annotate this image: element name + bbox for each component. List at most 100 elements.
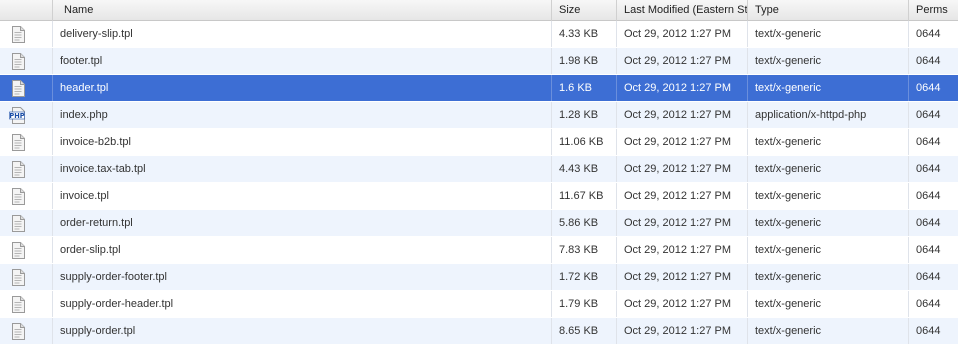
file-name: supply-order-header.tpl <box>53 291 552 317</box>
file-icon-cell: PHP <box>0 102 53 128</box>
file-name: invoice.tax-tab.tpl <box>53 156 552 182</box>
file-size: 1.72 KB <box>552 264 617 290</box>
table-row[interactable]: order-slip.tpl 7.83 KB Oct 29, 2012 1:27 P… <box>0 237 958 264</box>
document-icon <box>11 322 25 340</box>
document-icon <box>11 214 25 232</box>
table-row[interactable]: PHP index.php 1.28 KB Oct 29, 2012 1:27 PM a… <box>0 102 958 129</box>
file-size: 11.67 KB <box>552 183 617 209</box>
file-icon-cell <box>0 21 53 47</box>
file-size: 8.65 KB <box>552 318 617 344</box>
document-icon <box>11 133 25 151</box>
file-type: text/x-generic <box>748 156 909 182</box>
file-perms: 0644 <box>916 325 941 337</box>
file-type: text/x-generic <box>748 75 909 101</box>
file-type: text/x-generic <box>748 183 909 209</box>
file-perms: 0644 <box>916 271 941 283</box>
table-row[interactable]: delivery-slip.tpl 4.33 KB Oct 29, 2012 1:2… <box>0 21 958 48</box>
file-perms: 0644 <box>916 28 941 40</box>
file-type: text/x-generic <box>748 129 909 155</box>
file-modified: Oct 29, 2012 1:27 PM <box>617 210 748 236</box>
file-icon-cell <box>0 318 53 344</box>
file-type: text/x-generic <box>748 291 909 317</box>
document-icon <box>11 187 25 205</box>
file-modified: Oct 29, 2012 1:27 PM <box>617 102 748 128</box>
file-modified: Oct 29, 2012 1:27 PM <box>617 156 748 182</box>
file-name: header.tpl <box>53 75 552 101</box>
table-row[interactable]: header.tpl 1.6 KB Oct 29, 2012 1:27 PM text… <box>0 75 958 102</box>
table-row[interactable]: supply-order-footer.tpl 1.72 KB Oct 29, 20… <box>0 264 958 291</box>
document-icon <box>11 268 25 286</box>
document-icon <box>11 295 25 313</box>
file-perms: 0644 <box>916 190 941 202</box>
column-header-perms[interactable]: Perms <box>909 0 958 21</box>
file-icon-cell <box>0 48 53 74</box>
document-icon <box>11 25 25 43</box>
document-icon <box>11 160 25 178</box>
file-modified: Oct 29, 2012 1:27 PM <box>617 129 748 155</box>
document-icon <box>11 241 25 259</box>
file-name: order-return.tpl <box>53 210 552 236</box>
file-modified: Oct 29, 2012 1:27 PM <box>617 318 748 344</box>
file-modified: Oct 29, 2012 1:27 PM <box>617 48 748 74</box>
file-perms: 0644 <box>916 136 941 148</box>
file-modified: Oct 29, 2012 1:27 PM <box>617 183 748 209</box>
file-modified: Oct 29, 2012 1:27 PM <box>617 237 748 263</box>
column-header-size[interactable]: Size <box>552 0 617 21</box>
file-icon-cell <box>0 264 53 290</box>
file-perms: 0644 <box>916 244 941 256</box>
file-size: 1.98 KB <box>552 48 617 74</box>
column-header-icon <box>0 0 53 21</box>
table-row[interactable]: footer.tpl 1.98 KB Oct 29, 2012 1:27 PM tex… <box>0 48 958 75</box>
file-perms: 0644 <box>916 82 941 94</box>
file-modified: Oct 29, 2012 1:27 PM <box>617 75 748 101</box>
file-size: 1.79 KB <box>552 291 617 317</box>
file-size: 5.86 KB <box>552 210 617 236</box>
file-icon-cell <box>0 237 53 263</box>
file-modified: Oct 29, 2012 1:27 PM <box>617 291 748 317</box>
table-header: Name Size Last Modified (Eastern St Type… <box>0 0 958 21</box>
table-row[interactable]: invoice-b2b.tpl 11.06 KB Oct 29, 2012 1:27… <box>0 129 958 156</box>
file-type: text/x-generic <box>748 210 909 236</box>
file-name: invoice-b2b.tpl <box>53 129 552 155</box>
file-perms: 0644 <box>916 217 941 229</box>
file-type: text/x-generic <box>748 48 909 74</box>
svg-text:PHP: PHP <box>9 112 24 120</box>
column-header-type[interactable]: Type <box>748 0 909 21</box>
document-icon <box>11 79 25 97</box>
file-size: 1.28 KB <box>552 102 617 128</box>
file-perms: 0644 <box>916 298 941 310</box>
file-type: text/x-generic <box>748 318 909 344</box>
file-type: text/x-generic <box>748 237 909 263</box>
file-icon-cell <box>0 210 53 236</box>
file-icon-cell <box>0 75 53 101</box>
file-icon-cell <box>0 156 53 182</box>
file-perms: 0644 <box>916 109 941 121</box>
file-name: invoice.tpl <box>53 183 552 209</box>
table-row[interactable]: invoice.tpl 11.67 KB Oct 29, 2012 1:27 PM t… <box>0 183 958 210</box>
file-icon-cell <box>0 129 53 155</box>
php-file-icon: PHP <box>9 106 27 124</box>
column-header-name[interactable]: Name <box>53 0 552 21</box>
file-type: text/x-generic <box>748 21 909 47</box>
file-modified: Oct 29, 2012 1:27 PM <box>617 21 748 47</box>
file-name: supply-order-footer.tpl <box>53 264 552 290</box>
file-perms: 0644 <box>916 163 941 175</box>
file-size: 11.06 KB <box>552 129 617 155</box>
table-row[interactable]: invoice.tax-tab.tpl 4.43 KB Oct 29, 2012 1… <box>0 156 958 183</box>
file-name: order-slip.tpl <box>53 237 552 263</box>
file-list-table: Name Size Last Modified (Eastern St Type… <box>0 0 958 345</box>
file-modified: Oct 29, 2012 1:27 PM <box>617 264 748 290</box>
file-type: application/x-httpd-php <box>748 102 909 128</box>
table-row[interactable]: supply-order.tpl 8.65 KB Oct 29, 2012 1:27… <box>0 318 958 345</box>
table-row[interactable]: order-return.tpl 5.86 KB Oct 29, 2012 1:27… <box>0 210 958 237</box>
file-type: text/x-generic <box>748 264 909 290</box>
file-size: 4.33 KB <box>552 21 617 47</box>
file-icon-cell <box>0 183 53 209</box>
file-size: 1.6 KB <box>552 75 617 101</box>
file-name: delivery-slip.tpl <box>53 21 552 47</box>
table-body: delivery-slip.tpl 4.33 KB Oct 29, 2012 1:2… <box>0 21 958 345</box>
column-header-last-modified[interactable]: Last Modified (Eastern St <box>617 0 748 21</box>
file-icon-cell <box>0 291 53 317</box>
table-row[interactable]: supply-order-header.tpl 1.79 KB Oct 29, 20… <box>0 291 958 318</box>
file-size: 7.83 KB <box>552 237 617 263</box>
